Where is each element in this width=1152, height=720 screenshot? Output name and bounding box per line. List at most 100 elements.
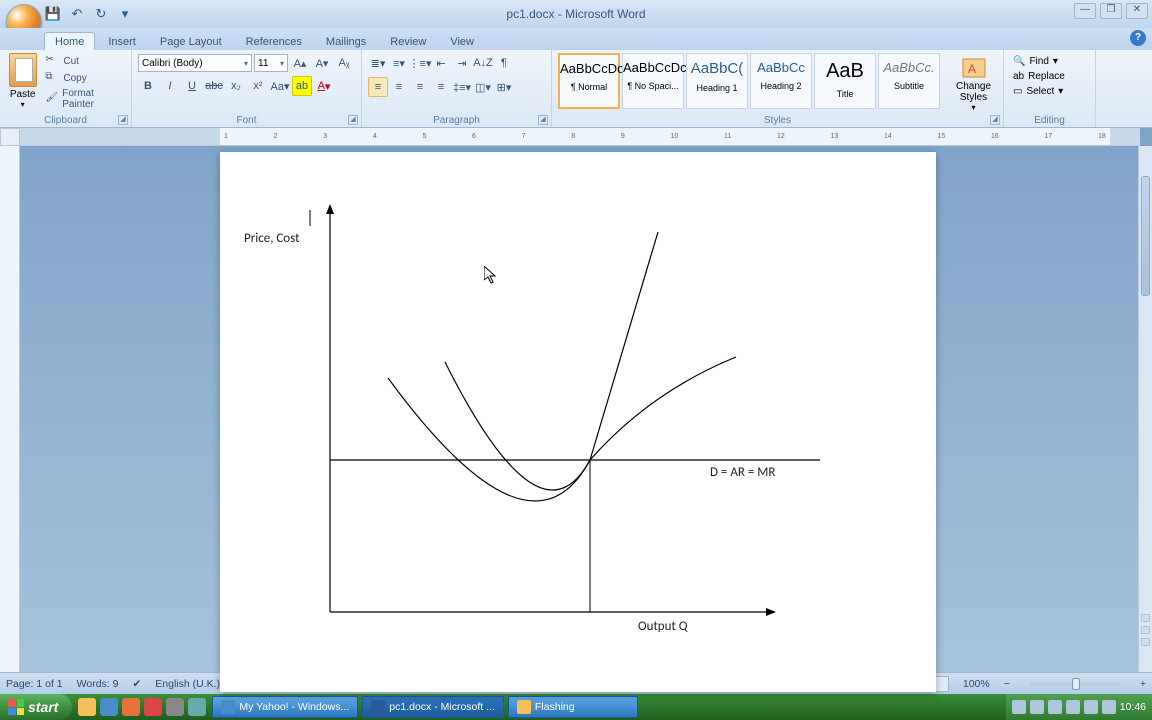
subscript-button[interactable]: x₂ (226, 76, 246, 96)
tray-icon-3[interactable] (1048, 700, 1062, 714)
line-spacing-button[interactable]: ‡≡▾ (452, 77, 472, 97)
borders-button[interactable]: ⊞▾ (494, 77, 514, 97)
styles-launcher[interactable]: ◢ (990, 115, 1000, 125)
align-center-button[interactable]: ≡ (389, 77, 409, 97)
minimize-button[interactable]: — (1074, 3, 1096, 19)
qat-redo[interactable]: ↻ (92, 5, 110, 23)
underline-button[interactable]: U (182, 76, 202, 96)
close-button[interactable]: ✕ (1126, 3, 1148, 19)
help-button[interactable]: ? (1130, 30, 1146, 46)
align-right-button[interactable]: ≡ (410, 77, 430, 97)
zoom-slider[interactable] (1030, 682, 1120, 686)
quicklaunch-icon-6[interactable] (188, 698, 206, 716)
style-normal[interactable]: AaBbCcDc¶ Normal (558, 53, 620, 109)
font-color-button[interactable]: A▾ (314, 76, 334, 96)
replace-button[interactable]: abReplace (1010, 70, 1089, 83)
quicklaunch-icon-2[interactable] (100, 698, 118, 716)
paragraph-launcher[interactable]: ◢ (538, 115, 548, 125)
horizontal-ruler[interactable]: 123456789101112131415161718 (20, 128, 1140, 146)
clipboard-icon (9, 53, 37, 87)
shading-button[interactable]: ◫▾ (473, 77, 493, 97)
style-heading-2[interactable]: AaBbCcHeading 2 (750, 53, 812, 109)
clear-formatting-button[interactable]: Aᵪ (334, 53, 354, 73)
cut-button[interactable]: ✂Cut (43, 53, 125, 69)
tab-references[interactable]: References (235, 32, 313, 50)
vertical-ruler[interactable] (0, 146, 20, 672)
tray-icon-2[interactable] (1030, 700, 1044, 714)
group-paragraph-label: Paragraph (362, 115, 551, 126)
qat-customize[interactable]: ▾ (116, 5, 134, 23)
highlight-button[interactable]: ab (292, 76, 312, 96)
bullets-button[interactable]: ≣▾ (368, 53, 388, 73)
tray-icon-1[interactable] (1012, 700, 1026, 714)
tray-icon-5[interactable] (1084, 700, 1098, 714)
increase-indent-button[interactable]: ⇥ (452, 53, 472, 73)
style-heading-1[interactable]: AaBbC(Heading 1 (686, 53, 748, 109)
tray-clock[interactable]: 10:46 (1120, 701, 1146, 713)
clipboard-launcher[interactable]: ◢ (118, 115, 128, 125)
decrease-indent-button[interactable]: ⇤ (431, 53, 451, 73)
copy-button[interactable]: ⧉Copy (43, 70, 125, 86)
format-painter-button[interactable]: 🖌Format Painter (43, 87, 125, 111)
justify-button[interactable]: ≡ (431, 77, 451, 97)
italic-button[interactable]: I (160, 76, 180, 96)
ruler-corner[interactable] (0, 128, 20, 146)
qat-undo[interactable]: ↶ (68, 5, 86, 23)
browse-next[interactable] (1141, 638, 1150, 646)
shrink-font-button[interactable]: A▾ (312, 53, 332, 73)
zoom-thumb[interactable] (1072, 678, 1080, 690)
tab-mailings[interactable]: Mailings (315, 32, 377, 50)
status-language[interactable]: English (U.K.) (155, 678, 220, 690)
task-item-flashing[interactable]: Flashing (508, 696, 638, 718)
zoom-level[interactable]: 100% (963, 678, 990, 690)
qat-save[interactable]: 💾 (44, 5, 62, 23)
quicklaunch-icon-4[interactable] (144, 698, 162, 716)
find-button[interactable]: 🔍Find ▾ (1010, 55, 1089, 68)
quicklaunch-icon-5[interactable] (166, 698, 184, 716)
task-item-yahoo[interactable]: My Yahoo! - Windows... (212, 696, 358, 718)
tab-home[interactable]: Home (44, 32, 95, 50)
status-page[interactable]: Page: 1 of 1 (6, 678, 63, 690)
align-left-button[interactable]: ≡ (368, 77, 388, 97)
font-name-combo[interactable]: Calibri (Body)▾ (138, 54, 252, 72)
browse-object[interactable] (1141, 626, 1150, 634)
tray-icon-4[interactable] (1066, 700, 1080, 714)
quicklaunch-icon-1[interactable] (78, 698, 96, 716)
task-item-word[interactable]: pc1.docx - Microsoft ... (362, 696, 504, 718)
tray-icon-6[interactable] (1102, 700, 1116, 714)
numbering-button[interactable]: ≡▾ (389, 53, 409, 73)
sort-button[interactable]: A↓Z (473, 53, 493, 73)
change-case-button[interactable]: Aa▾ (270, 76, 290, 96)
multilevel-list-button[interactable]: ⋮≡▾ (410, 53, 430, 73)
quicklaunch-icon-3[interactable] (122, 698, 140, 716)
scroll-thumb[interactable] (1141, 176, 1150, 296)
zoom-in-button[interactable]: + (1140, 678, 1146, 690)
zoom-out-button[interactable]: − (1004, 678, 1010, 690)
superscript-button[interactable]: x² (248, 76, 268, 96)
style-title[interactable]: AaBTitle (814, 53, 876, 109)
document-page[interactable]: Price, Cost Output Q D = AR = MR (220, 152, 936, 692)
change-styles-label: Change Styles (950, 81, 997, 103)
status-words[interactable]: Words: 9 (77, 678, 119, 690)
show-paragraph-marks-button[interactable]: ¶ (494, 53, 514, 73)
bold-button[interactable]: B (138, 76, 158, 96)
font-size-combo[interactable]: 11▾ (254, 54, 288, 72)
font-launcher[interactable]: ◢ (348, 115, 358, 125)
tab-view[interactable]: View (439, 32, 485, 50)
vertical-scrollbar[interactable] (1138, 146, 1152, 672)
tab-review[interactable]: Review (379, 32, 437, 50)
cut-label: Cut (63, 56, 79, 67)
browse-prev[interactable] (1141, 614, 1150, 622)
style-subtitle[interactable]: AaBbCc.Subtitle (878, 53, 940, 109)
grow-font-button[interactable]: A▴ (290, 53, 310, 73)
proofing-icon[interactable]: ✔ (132, 678, 141, 690)
select-button[interactable]: ▭Select ▾ (1010, 85, 1089, 98)
maximize-button[interactable]: ❐ (1100, 3, 1122, 19)
start-button[interactable]: start (0, 694, 72, 720)
font-name-value: Calibri (Body) (142, 58, 203, 69)
tab-page-layout[interactable]: Page Layout (149, 32, 233, 50)
tab-insert[interactable]: Insert (97, 32, 147, 50)
strikethrough-button[interactable]: abc (204, 76, 224, 96)
style-no-spacing[interactable]: AaBbCcDc¶ No Spaci... (622, 53, 684, 109)
change-styles-icon: A (961, 57, 987, 79)
